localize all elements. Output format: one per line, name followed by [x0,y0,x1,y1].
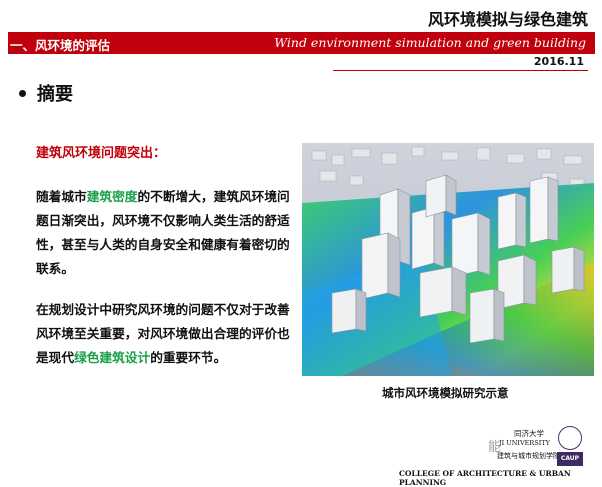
footer-college-en: COLLEGE OF ARCHITECTURE & URBAN PLANNING [399,469,571,487]
footer-university-en: JI UNIVERSITY [499,439,550,447]
bullet-icon [19,90,26,97]
para1-text-pre: 随着城市 [36,189,87,204]
wind-simulation-image [302,143,594,376]
section-title: 一、风环境的评估 [10,38,111,53]
paragraph-2: 在规划设计中研究风环境的问题不仅对于改善风环境至关重要，对风环境做出合理的评价也… [36,298,298,370]
para2-text-post: 的重要环节。 [150,350,227,365]
image-caption: 城市风环境模拟研究示意 [382,386,509,400]
para2-highlight: 绿色建筑设计 [74,350,151,365]
para1-highlight: 建筑密度 [86,189,138,204]
summary-heading: 摘要 [37,84,73,105]
footer-college-cn: 建筑与城市规划学院 [497,452,560,460]
slide-title: 风环境模拟与绿色建筑 [427,10,588,29]
english-title: Wind environment simulation and green bu… [274,35,586,50]
caup-logo: CAUP [557,452,583,466]
paragraph-1: 随着城市建筑密度的不断增大，建筑风环境问题日渐突出，风环境不仅影响人类生活的舒适… [36,185,298,281]
subheading: 建筑风环境问题突出： [36,146,167,161]
date-label: 2016.11 [533,55,584,68]
date-underline [333,70,588,71]
university-seal-icon [558,426,582,450]
footer-university-cn: 同济大学 [514,429,544,438]
